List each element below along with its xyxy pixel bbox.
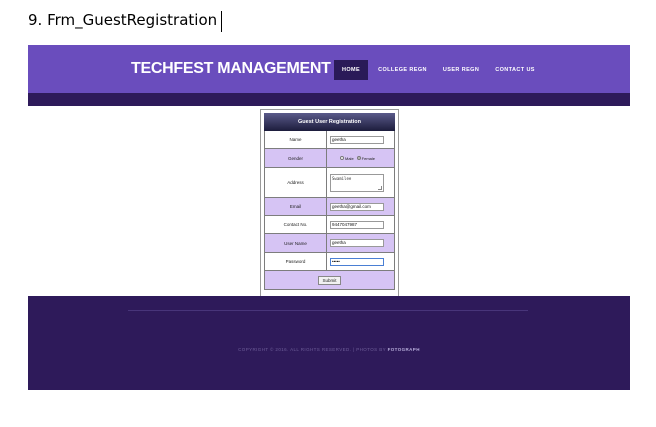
document-caption: 9. Frm_GuestRegistration xyxy=(28,11,218,29)
name-row: Name geetha xyxy=(264,131,395,149)
contact-row: Contact No. 9447047987 xyxy=(264,216,395,234)
address-label: Address xyxy=(265,168,327,197)
site-header: TECHFEST MANAGEMENT SYSTEM HOME COLLEGE … xyxy=(28,45,630,93)
gender-label: Gender xyxy=(265,149,327,167)
nav-college-regn[interactable]: COLLEGE REGN xyxy=(370,60,435,80)
username-input[interactable]: geetha xyxy=(330,239,384,247)
gender-female-label: Female xyxy=(361,155,376,161)
gender-row: Gender Male Female xyxy=(264,149,395,168)
username-row: User Name geetha xyxy=(264,234,395,253)
nav-contact-us[interactable]: CONTACT US xyxy=(487,60,543,80)
nav-user-regn[interactable]: USER REGN xyxy=(435,60,487,80)
email-label: Email xyxy=(265,198,327,215)
footer-divider xyxy=(128,310,528,311)
main-nav: HOME COLLEGE REGN USER REGN CONTACT US xyxy=(334,60,543,80)
contact-label: Contact No. xyxy=(265,216,327,233)
name-input[interactable]: geetha xyxy=(330,135,384,144)
username-label: User Name xyxy=(265,234,327,252)
name-label: Name xyxy=(265,131,327,148)
text-cursor xyxy=(221,11,222,32)
site-logo: TECHFEST MANAGEMENT SYSTEM xyxy=(131,60,334,77)
header-subbar xyxy=(28,93,630,106)
password-input[interactable]: ••••• xyxy=(330,257,384,266)
resize-grip-icon[interactable] xyxy=(378,185,382,190)
contact-input[interactable]: 9447047987 xyxy=(330,220,384,229)
email-input[interactable]: geetha@gmail.com xyxy=(330,202,384,211)
password-label: Password xyxy=(265,253,327,270)
address-textarea[interactable]: Swamilee xyxy=(330,173,384,192)
website-screenshot: TECHFEST MANAGEMENT SYSTEM HOME COLLEGE … xyxy=(28,45,630,390)
submit-row: Submit xyxy=(264,271,395,290)
photo-credit-link[interactable]: FOTOGRAPH xyxy=(388,347,420,352)
site-footer: COPYRIGHT © 2016. ALL RIGHTS RESERVED. |… xyxy=(28,296,630,390)
password-row: Password ••••• xyxy=(264,253,395,271)
gender-female-radio[interactable] xyxy=(356,156,361,160)
submit-button[interactable]: Submit xyxy=(318,275,341,285)
address-text: Swamilee xyxy=(332,175,352,181)
footer-copyright: COPYRIGHT © 2016. ALL RIGHTS RESERVED. |… xyxy=(28,347,630,352)
guest-registration-form: Guest User Registration Name geetha Gend… xyxy=(260,109,399,297)
email-row: Email geetha@gmail.com xyxy=(264,198,395,216)
main-content: Guest User Registration Name geetha Gend… xyxy=(28,106,630,297)
gender-male-label: Male xyxy=(345,155,354,161)
gender-male-radio[interactable] xyxy=(340,156,344,160)
copyright-text: COPYRIGHT © 2016. ALL RIGHTS RESERVED. |… xyxy=(238,347,386,352)
address-row: Address Swamilee xyxy=(264,168,395,198)
form-title: Guest User Registration xyxy=(264,113,395,131)
nav-home[interactable]: HOME xyxy=(334,60,369,80)
